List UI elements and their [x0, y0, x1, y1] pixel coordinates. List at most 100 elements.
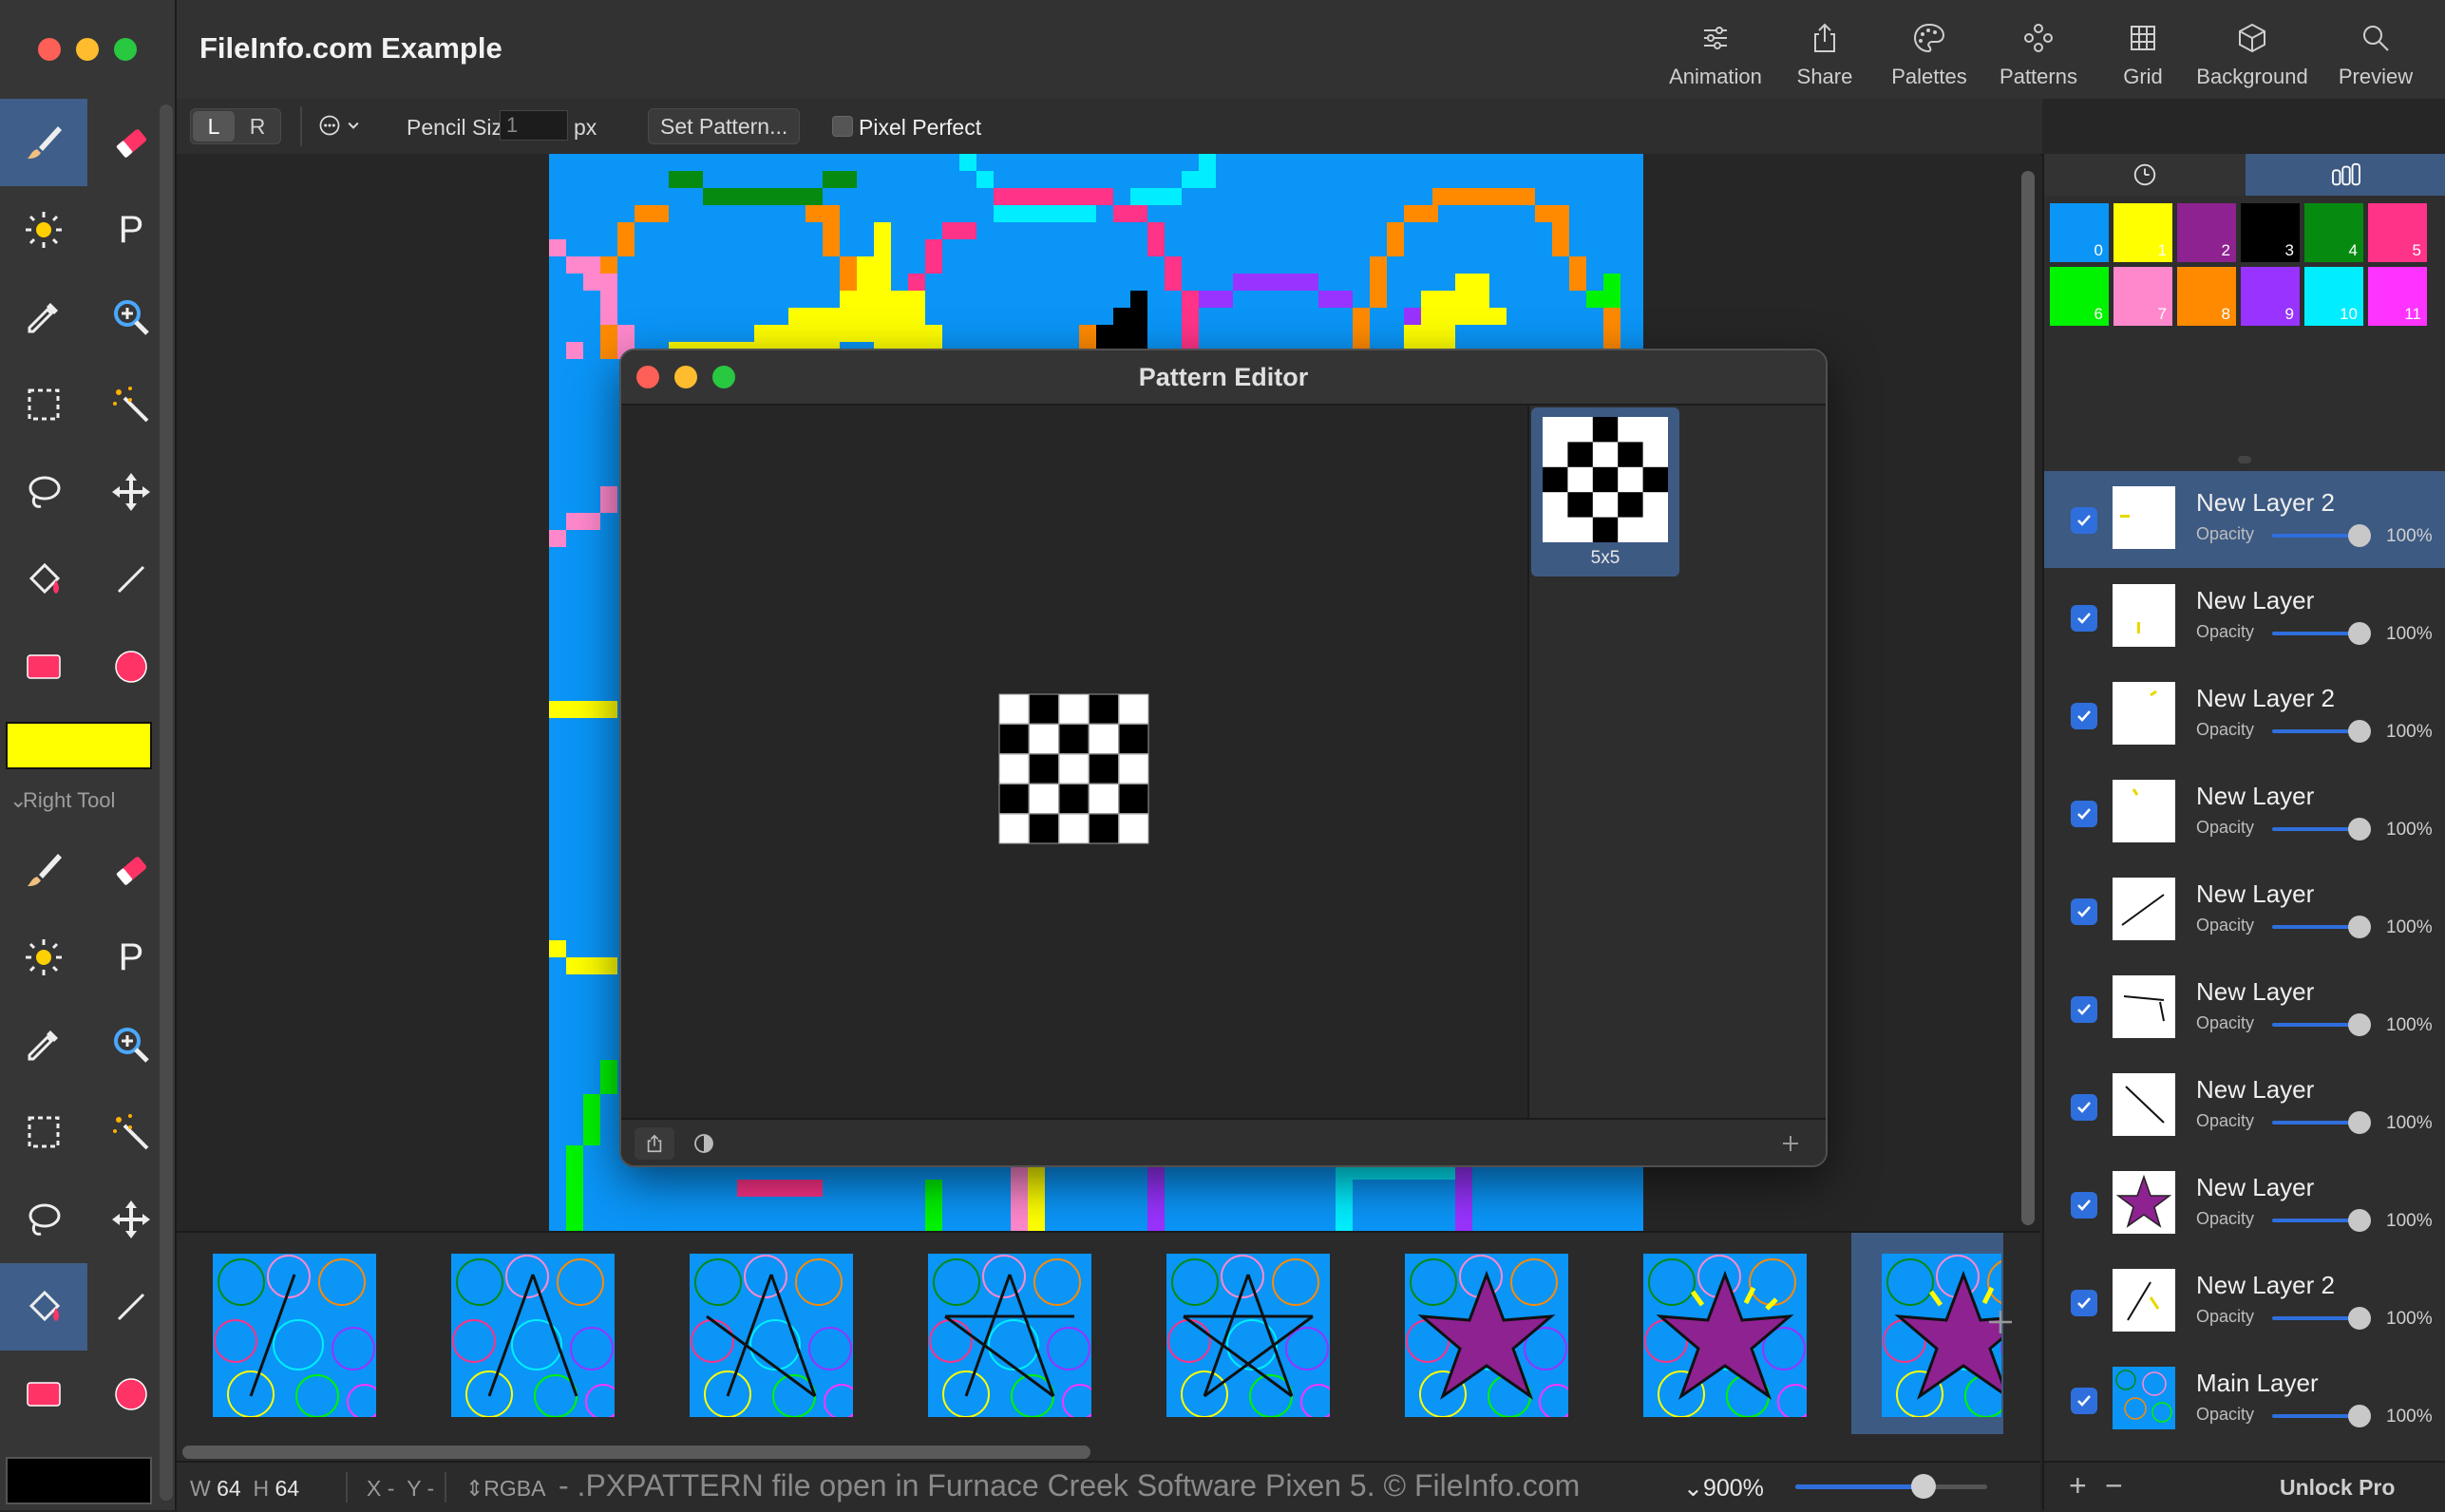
timeline-scrollbar[interactable] — [182, 1446, 1090, 1459]
fill-tool-left[interactable] — [0, 536, 87, 623]
animation-frame[interactable] — [1405, 1254, 1568, 1417]
palette-swatch[interactable]: 8 — [2177, 267, 2236, 326]
minimize-window-button[interactable] — [76, 38, 99, 61]
layer-visibility-checkbox[interactable] — [2071, 996, 2097, 1023]
layer-row[interactable]: Main Layer Opacity 100% — [2044, 1351, 2445, 1448]
lighten-tool-left[interactable] — [0, 186, 87, 274]
layer-opacity-knob[interactable] — [2348, 622, 2371, 645]
palette-swatch[interactable]: 0 — [2050, 203, 2109, 262]
zoom-slider-knob[interactable] — [1911, 1474, 1937, 1499]
pattern-cell[interactable] — [1029, 724, 1059, 754]
zoom-slider[interactable] — [1795, 1474, 1987, 1499]
layer-opacity-knob[interactable] — [2348, 720, 2371, 743]
pattern-cell[interactable] — [1089, 693, 1119, 725]
pattern-share-button[interactable] — [635, 1127, 674, 1160]
pattern-cell[interactable] — [1118, 753, 1149, 784]
add-frame-button[interactable] — [1983, 1305, 2018, 1339]
pattern-cell[interactable] — [998, 753, 1030, 784]
pattern-add-button[interactable] — [1771, 1127, 1810, 1160]
palette-swatch[interactable]: 10 — [2304, 267, 2363, 326]
toolbar-scrollbar[interactable] — [160, 104, 173, 1501]
lighten-tool-right[interactable] — [0, 914, 87, 1001]
animation-frame[interactable] — [928, 1254, 1091, 1417]
pattern-grid[interactable] — [997, 692, 1151, 846]
palette-swatch[interactable]: 2 — [2177, 203, 2236, 262]
lasso-tool-right[interactable] — [0, 1176, 87, 1263]
right-tool-color-well[interactable] — [6, 1457, 152, 1504]
layer-row[interactable]: New Layer Opacity 100% — [2044, 960, 2445, 1057]
pattern-edit-area[interactable] — [621, 406, 1527, 1118]
recent-colors-tab[interactable] — [2044, 154, 2246, 196]
layer-row[interactable]: New Layer Opacity 100% — [2044, 765, 2445, 861]
layer-visibility-checkbox[interactable] — [2071, 898, 2097, 925]
palette-swatch[interactable]: 1 — [2113, 203, 2172, 262]
rect-select-tool-right[interactable] — [0, 1088, 87, 1176]
palette-swatch[interactable]: 3 — [2241, 203, 2300, 262]
pattern-cell[interactable] — [998, 813, 1030, 844]
layer-visibility-checkbox[interactable] — [2071, 605, 2097, 632]
layer-opacity-knob[interactable] — [2348, 916, 2371, 938]
preview-button[interactable]: Preview — [2328, 21, 2423, 97]
rect-select-tool-left[interactable] — [0, 361, 87, 448]
pattern-cell[interactable] — [998, 693, 1030, 725]
animation-button[interactable]: Animation — [1658, 21, 1772, 97]
set-pattern-button[interactable]: Set Pattern... — [648, 108, 801, 144]
pattern-cell[interactable] — [1118, 724, 1149, 754]
remove-layer-button[interactable]: − — [2105, 1468, 2123, 1503]
layer-opacity-knob[interactable] — [2348, 818, 2371, 841]
pattern-cell[interactable] — [1089, 784, 1119, 814]
palette-swatch[interactable]: 7 — [2113, 267, 2172, 326]
palette-tab[interactable] — [2246, 154, 2445, 196]
pattern-cell[interactable] — [1058, 813, 1090, 844]
pattern-cell[interactable] — [998, 724, 1030, 754]
layer-row[interactable]: New Layer Opacity 100% — [2044, 862, 2445, 959]
palette-swatch[interactable]: 11 — [2368, 267, 2427, 326]
layer-row[interactable]: New Layer 2 Opacity 100% — [2044, 667, 2445, 764]
layer-row[interactable]: New Layer 2 Opacity 100% — [2044, 471, 2445, 568]
pattern-cell[interactable] — [1029, 813, 1059, 844]
brush-tool-left[interactable] — [0, 99, 87, 186]
layer-opacity-knob[interactable] — [2348, 1111, 2371, 1134]
layer-visibility-checkbox[interactable] — [2071, 507, 2097, 534]
canvas-vertical-scrollbar[interactable] — [2021, 171, 2035, 1225]
animation-frame[interactable] — [1643, 1254, 1807, 1417]
pattern-cell[interactable] — [998, 784, 1030, 814]
pattern-cell[interactable] — [1118, 693, 1149, 725]
layer-row[interactable]: New Layer Opacity 100% — [2044, 1058, 2445, 1155]
layer-opacity-knob[interactable] — [2348, 1013, 2371, 1036]
layer-visibility-checkbox[interactable] — [2071, 703, 2097, 729]
layer-row[interactable]: New Layer Opacity 100% — [2044, 1156, 2445, 1253]
eyedropper-tool-left[interactable] — [0, 274, 87, 361]
fill-tool-right[interactable] — [0, 1263, 87, 1351]
close-window-button[interactable] — [38, 38, 61, 61]
brush-shape-dropdown[interactable] — [317, 108, 376, 142]
animation-frame[interactable] — [451, 1254, 615, 1417]
layer-visibility-checkbox[interactable] — [2071, 801, 2097, 827]
pattern-cell[interactable] — [1118, 784, 1149, 814]
panel-split-handle[interactable] — [2238, 456, 2251, 463]
pattern-cell[interactable] — [1058, 693, 1090, 725]
zoom-window-button[interactable] — [114, 38, 137, 61]
rectangle-tool-right[interactable] — [0, 1351, 87, 1438]
right-tool-segment[interactable]: R — [237, 111, 278, 142]
layer-row[interactable]: New Layer Opacity 100% — [2044, 569, 2445, 666]
rectangle-tool-left[interactable] — [0, 623, 87, 710]
pattern-cell[interactable] — [1058, 753, 1090, 784]
layer-opacity-knob[interactable] — [2348, 1405, 2371, 1427]
left-tool-segment[interactable]: L — [193, 111, 235, 142]
pattern-cell[interactable] — [1089, 724, 1119, 754]
pattern-cell[interactable] — [1058, 724, 1090, 754]
grid-button[interactable]: Grid — [2105, 21, 2181, 97]
animation-frame[interactable] — [1166, 1254, 1330, 1417]
layer-visibility-checkbox[interactable] — [2071, 1192, 2097, 1219]
layer-opacity-knob[interactable] — [2348, 524, 2371, 547]
pattern-cell[interactable] — [1089, 813, 1119, 844]
zoom-dropdown[interactable]: ⌄900% — [1683, 1474, 1764, 1503]
brush-tool-right[interactable] — [0, 826, 87, 914]
pattern-invert-button[interactable] — [684, 1127, 724, 1160]
animation-frame[interactable] — [690, 1254, 853, 1417]
pattern-cell[interactable] — [1089, 753, 1119, 784]
palettes-button[interactable]: Palettes — [1877, 21, 1981, 97]
pixel-perfect-checkbox[interactable] — [832, 116, 853, 137]
eyedropper-tool-right[interactable] — [0, 1001, 87, 1088]
